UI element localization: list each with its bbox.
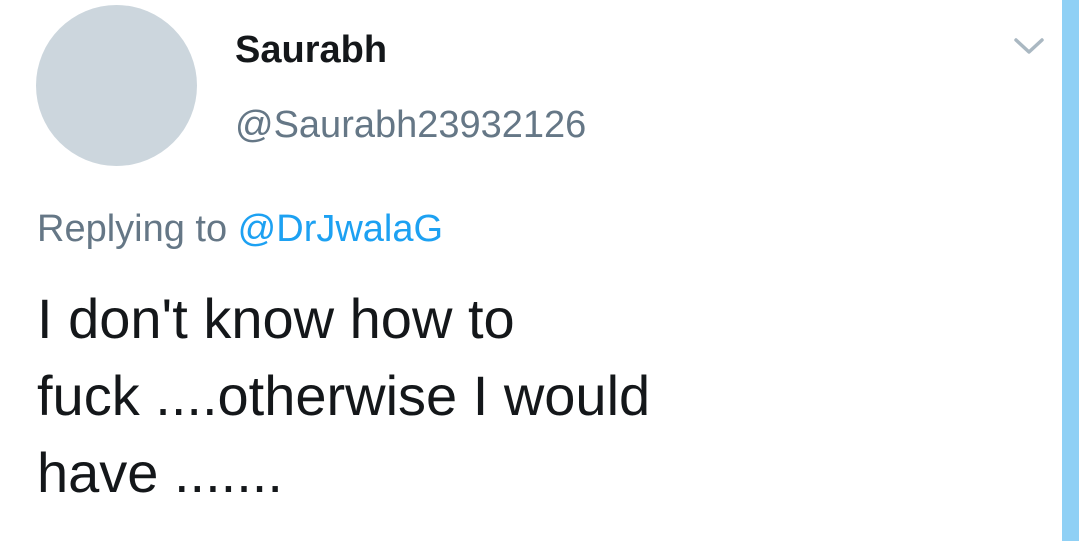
reply-mention-link[interactable]: @DrJwalaG	[238, 208, 443, 250]
side-accent-bar	[1062, 0, 1079, 541]
avatar[interactable]	[36, 5, 197, 166]
replying-to: Replying to @DrJwalaG	[37, 205, 443, 253]
replying-prefix: Replying to	[37, 208, 238, 250]
chevron-down-icon[interactable]	[1010, 30, 1048, 60]
tweet-text: I don't know how to fuck ....otherwise I…	[37, 287, 651, 504]
tweet-card: Saurabh @Saurabh23932126 Replying to @Dr…	[0, 0, 1062, 541]
user-handle[interactable]: @Saurabh23932126	[235, 102, 586, 148]
display-name[interactable]: Saurabh	[235, 27, 387, 73]
